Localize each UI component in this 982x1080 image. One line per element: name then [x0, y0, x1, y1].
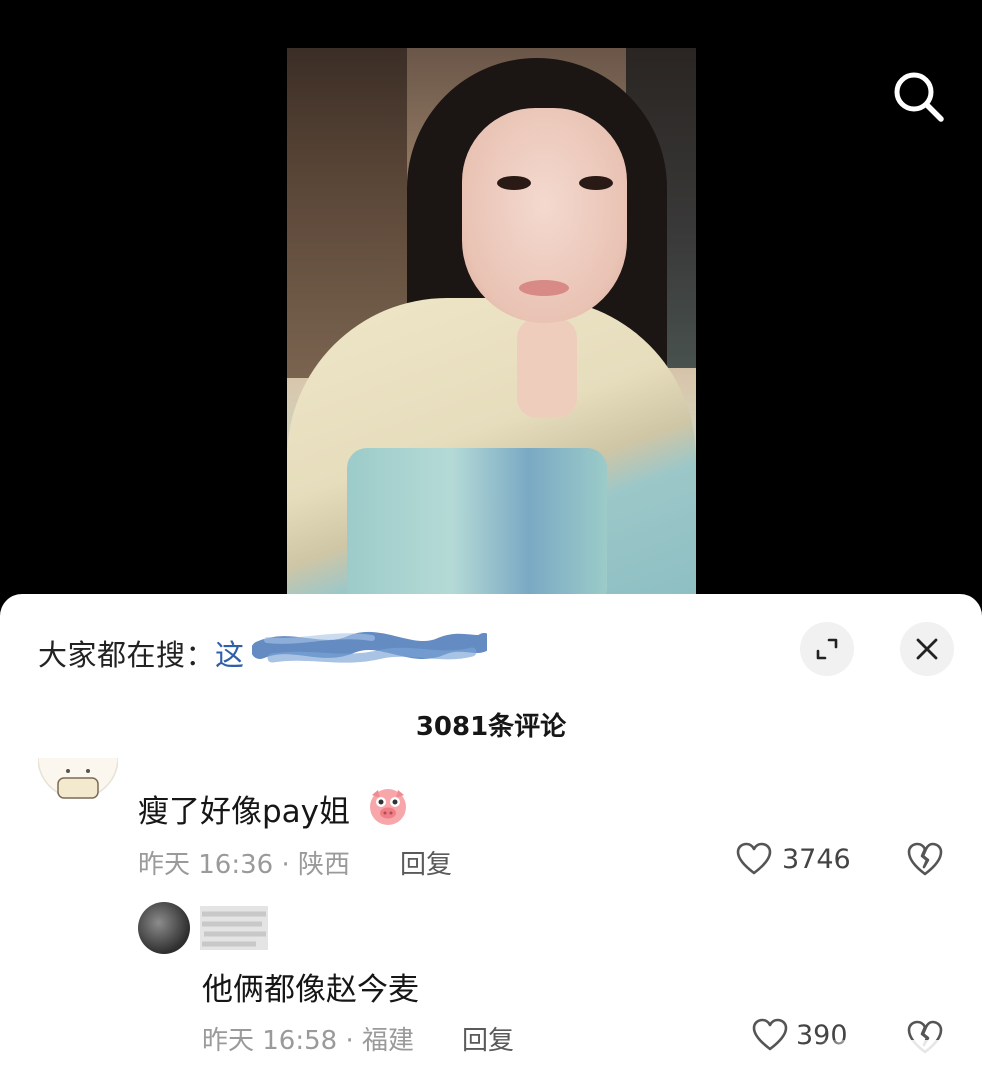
video-frame-photo[interactable]	[287, 48, 696, 596]
heart-icon[interactable]	[752, 1018, 788, 1052]
comment-text: 瘦了好像pay姐	[138, 794, 351, 830]
reply-button[interactable]: 回复	[400, 844, 452, 881]
comment-meta: 昨天 16:36 · 陕西	[138, 850, 350, 880]
redacted-search-term	[252, 631, 487, 663]
redacted-username	[200, 906, 268, 950]
broken-heart-icon[interactable]	[906, 840, 944, 878]
comment-panel: 大家都在搜：这 3081条评论 瘦了好像pay姐 昨天 16:36 · 陕西 回…	[0, 594, 982, 1080]
person-skirt	[347, 448, 607, 596]
person-lips	[519, 280, 569, 296]
person-eye-right	[579, 176, 613, 190]
avatar[interactable]	[38, 758, 118, 812]
person-eye-left	[497, 176, 531, 190]
expand-button[interactable]	[800, 622, 854, 676]
comment-count: 3081条评论	[415, 712, 567, 742]
close-icon	[916, 638, 938, 660]
heart-icon[interactable]	[736, 842, 772, 876]
trending-term[interactable]: 这	[215, 638, 245, 672]
watermark-overlay	[818, 1040, 978, 1080]
close-button[interactable]	[900, 622, 954, 676]
person-neck	[517, 318, 577, 418]
comment-text: 他俩都像赵今麦	[202, 972, 419, 1008]
expand-icon	[816, 638, 838, 660]
search-icon[interactable]	[892, 70, 946, 124]
avatar[interactable]	[138, 902, 190, 954]
reply-button[interactable]: 回复	[462, 1020, 514, 1057]
pig-face-icon	[370, 789, 406, 825]
trending-label: 大家都在搜：	[38, 638, 216, 672]
like-count: 3746	[782, 844, 851, 875]
video-area[interactable]	[0, 0, 982, 600]
trending-search[interactable]: 大家都在搜：这	[38, 632, 245, 674]
comment-meta: 昨天 16:58 · 福建	[202, 1026, 414, 1056]
